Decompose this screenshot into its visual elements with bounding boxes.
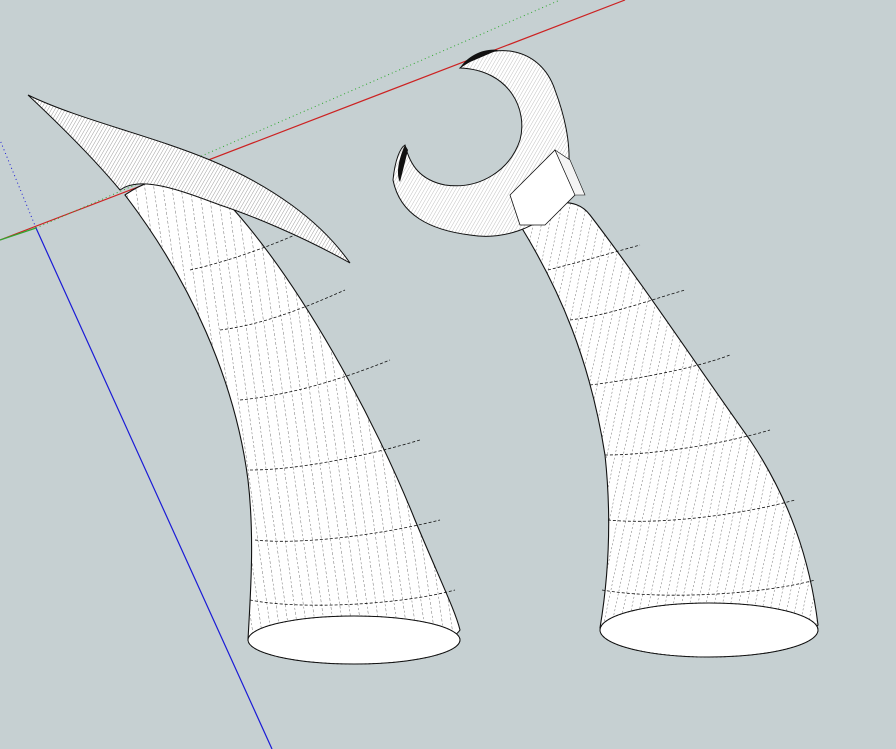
3d-scene-canvas[interactable] [0,0,896,749]
modeling-viewport[interactable] [0,0,896,749]
